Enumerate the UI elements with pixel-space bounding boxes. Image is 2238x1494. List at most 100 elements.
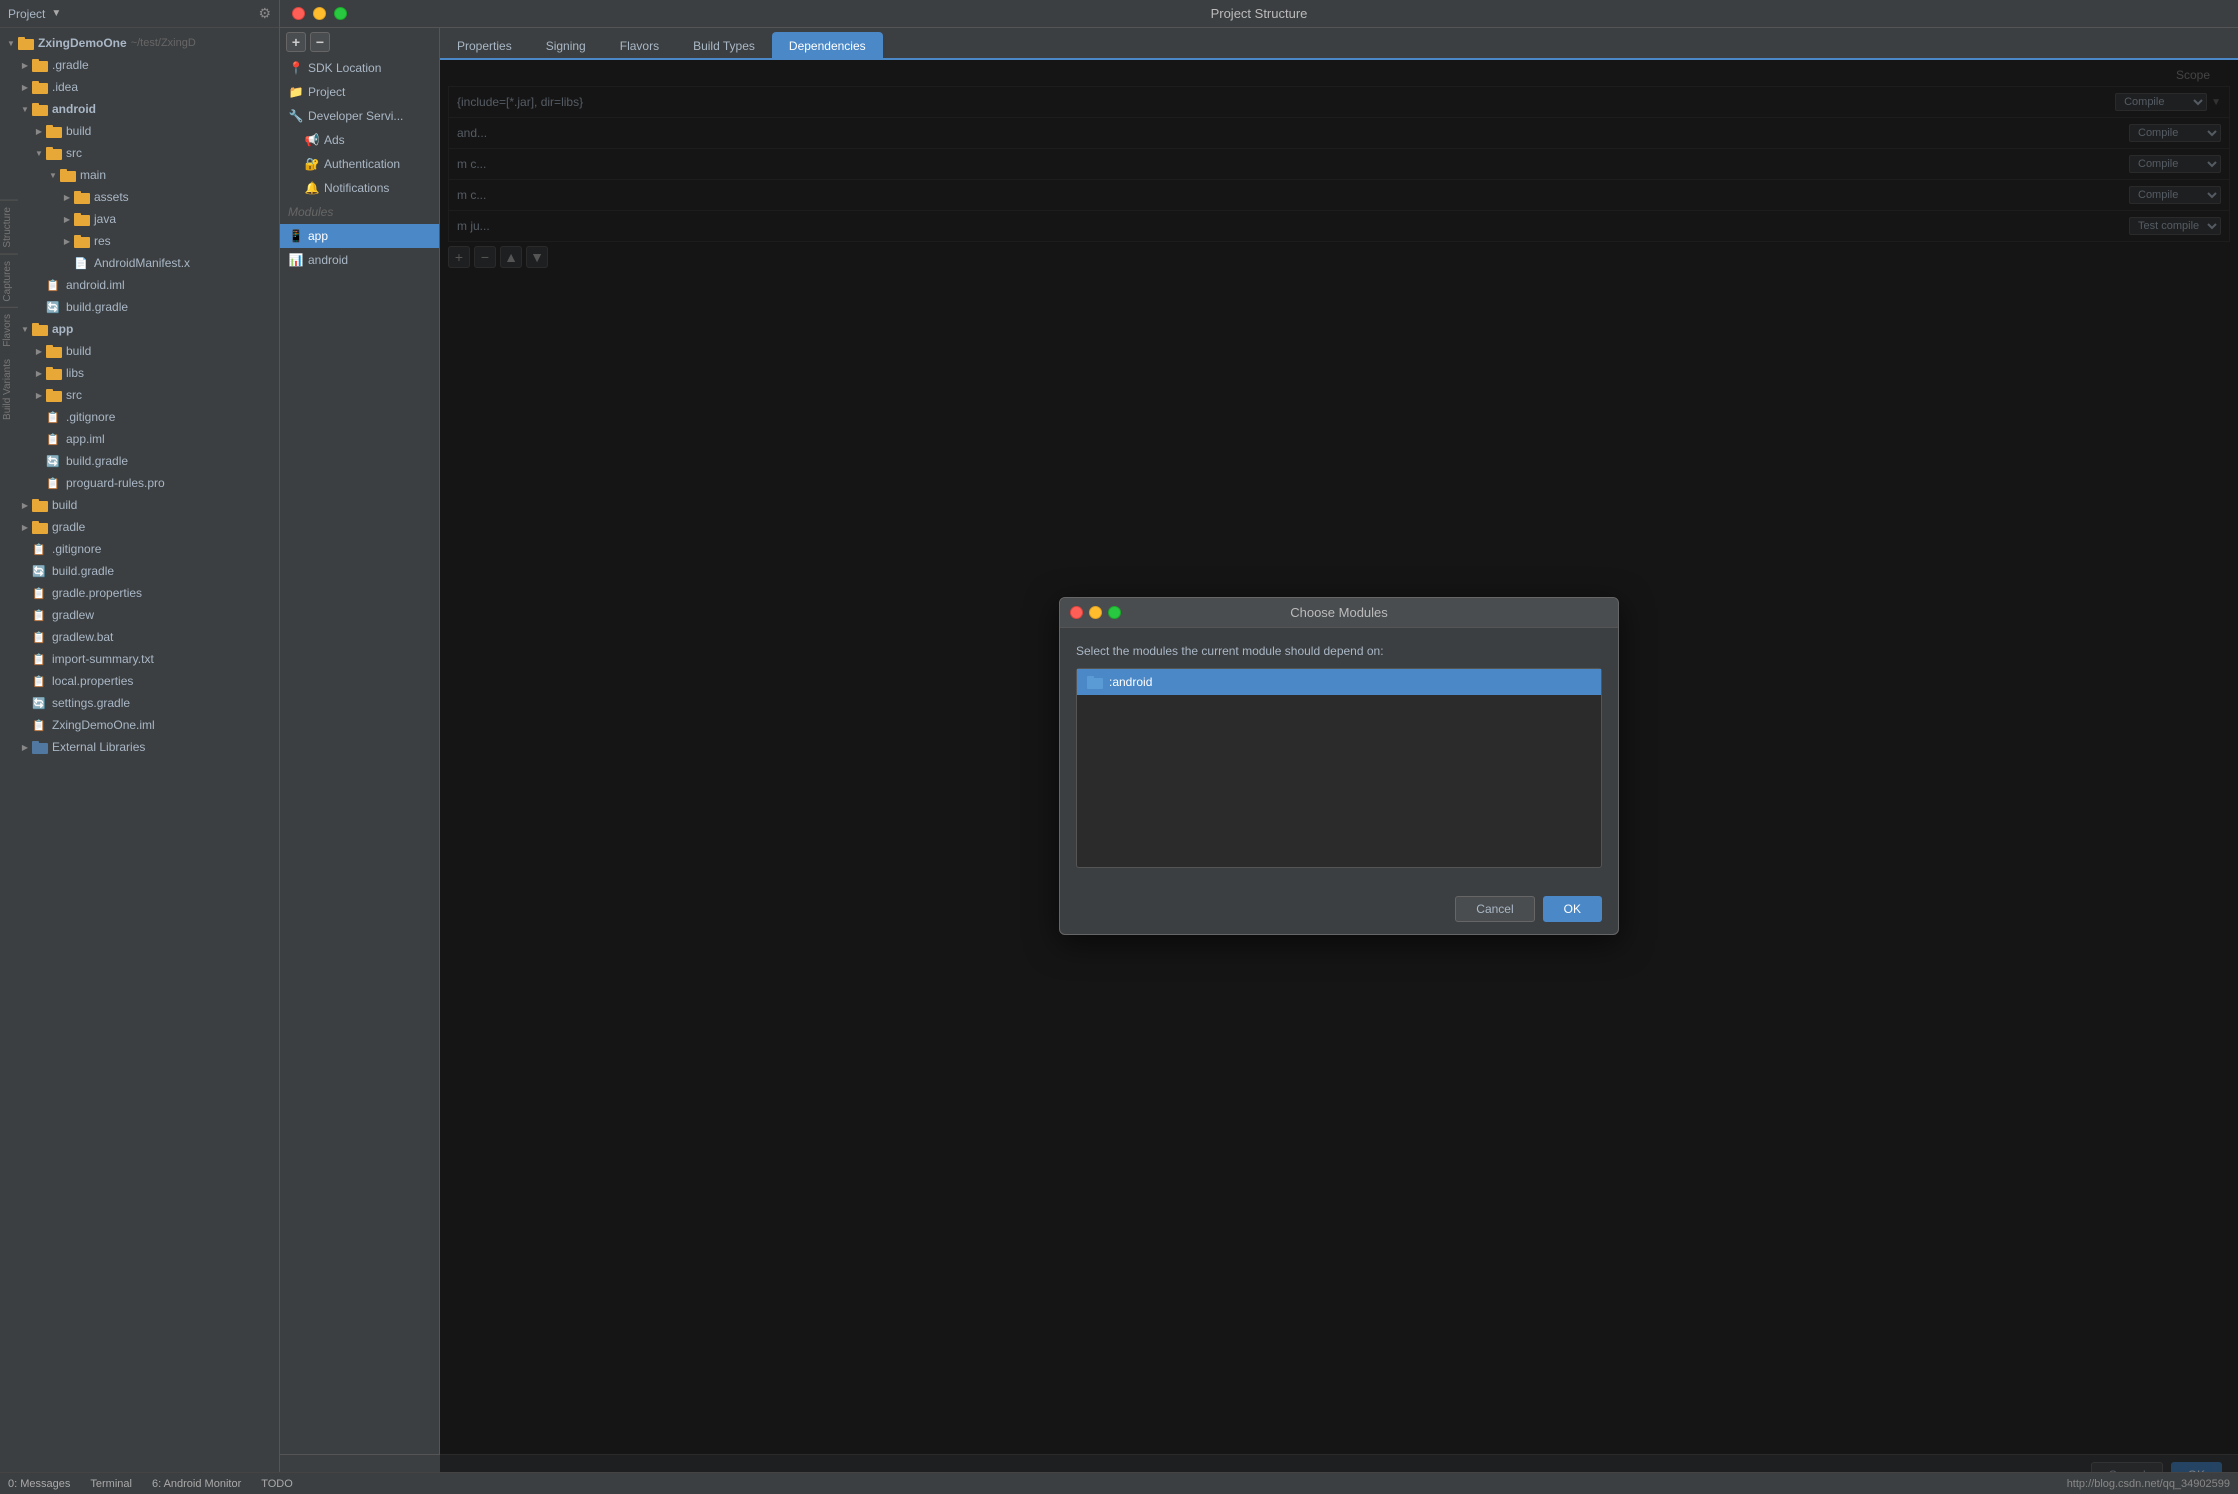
- folder-icon-android: [32, 102, 48, 116]
- tree-item-root-iml[interactable]: ▶ 📋 ZxingDemoOne.iml: [0, 714, 279, 736]
- modal-maximize-button[interactable]: [1108, 606, 1121, 619]
- tree-item-root-buildgradle[interactable]: ▶ 🔄 build.gradle: [0, 560, 279, 582]
- modal-traffic-lights: [1070, 606, 1121, 619]
- tab-signing[interactable]: Signing: [529, 32, 603, 59]
- tree-label: gradle.properties: [52, 586, 142, 600]
- tree-item-android-folder[interactable]: ▼ android: [0, 98, 279, 120]
- tree-item-local-props[interactable]: ▶ 📋 local.properties: [0, 670, 279, 692]
- tree-item-idea[interactable]: ▶ .idea: [0, 76, 279, 98]
- flavors-side-tab[interactable]: Flavors: [0, 307, 18, 353]
- tree-item-app-iml[interactable]: ▶ 📋 app.iml: [0, 428, 279, 450]
- modal-ok-button[interactable]: OK: [1543, 896, 1602, 922]
- tree-item-build-root[interactable]: ▶ build: [0, 494, 279, 516]
- tree-item-app-buildgradle[interactable]: ▶ 🔄 build.gradle: [0, 450, 279, 472]
- tree-item-app-src[interactable]: ▶ src: [0, 384, 279, 406]
- messages-tab[interactable]: 0: Messages: [8, 1478, 70, 1490]
- minimize-button[interactable]: [313, 7, 326, 20]
- close-button[interactable]: [292, 7, 305, 20]
- root-folder-icon: [18, 36, 34, 50]
- tree-item-root-gitignore[interactable]: ▶ 📋 .gitignore: [0, 538, 279, 560]
- module-name: :android: [1109, 675, 1152, 689]
- sidebar-dropdown-icon[interactable]: ▼: [51, 8, 61, 19]
- tree-item-manifest[interactable]: ▶ 📄 AndroidManifest.x: [0, 252, 279, 274]
- tree-item-external-libs[interactable]: ▶ External Libraries: [0, 736, 279, 758]
- panel-item-app[interactable]: 📱 app: [280, 224, 439, 248]
- tree-label: src: [66, 146, 82, 160]
- status-url: http://blog.csdn.net/qq_34902599: [2067, 1478, 2230, 1490]
- sidebar-settings-icon[interactable]: ⚙: [258, 5, 271, 22]
- main-area: + − 📍 SDK Location 📁 Project 🔧 Developer…: [280, 28, 2238, 1472]
- modal-minimize-button[interactable]: [1089, 606, 1102, 619]
- panel-item-label: Modules: [288, 205, 333, 219]
- tab-flavors[interactable]: Flavors: [603, 32, 676, 59]
- tree-label: local.properties: [52, 674, 133, 688]
- folder-icon: [32, 322, 48, 336]
- structure-tab[interactable]: Structure: [0, 200, 18, 254]
- panel-item-devservices[interactable]: 🔧 Developer Servi...: [280, 104, 439, 128]
- tab-properties[interactable]: Properties: [440, 32, 529, 59]
- file-tree: ▼ ZxingDemoOne ~/test/ZxingD ▶ .gradle ▶…: [0, 28, 279, 1494]
- modal-cancel-button[interactable]: Cancel: [1455, 896, 1534, 922]
- todo-tab[interactable]: TODO: [261, 1478, 293, 1490]
- panel-item-android[interactable]: 📊 android: [280, 248, 439, 272]
- folder-icon: [74, 190, 90, 204]
- content-area: Properties Signing Flavors Build Types D…: [440, 28, 2238, 1472]
- tab-dependencies[interactable]: Dependencies: [772, 32, 883, 59]
- ext-libs-icon: [32, 740, 48, 754]
- gradle-file-icon3: 🔄: [32, 565, 48, 578]
- tree-item-app-build[interactable]: ▶ build: [0, 340, 279, 362]
- tree-item-main[interactable]: ▼ main: [0, 164, 279, 186]
- modal-close-button[interactable]: [1070, 606, 1083, 619]
- file-tree-panel: Project ▼ ⚙ ▼ ZxingDemoOne ~/test/ZxingD…: [0, 0, 280, 1494]
- tree-item-android-buildgradle[interactable]: ▶ 🔄 build.gradle: [0, 296, 279, 318]
- build-variants-tab[interactable]: Build Variants: [0, 353, 18, 426]
- add-panel-button[interactable]: +: [286, 32, 306, 52]
- tree-root[interactable]: ▼ ZxingDemoOne ~/test/ZxingD: [0, 32, 279, 54]
- git-file-icon: 📋: [46, 411, 62, 424]
- iml-file-icon: 📋: [46, 279, 62, 292]
- panel-item-project[interactable]: 📁 Project: [280, 80, 439, 104]
- tree-item-app[interactable]: ▼ app: [0, 318, 279, 340]
- tree-label: build.gradle: [66, 300, 128, 314]
- tree-item-proguard[interactable]: ▶ 📋 proguard-rules.pro: [0, 472, 279, 494]
- title-bar: Project Structure: [280, 0, 2238, 28]
- panel-item-ads[interactable]: 📢 Ads: [280, 128, 439, 152]
- tree-item-libs[interactable]: ▶ libs: [0, 362, 279, 384]
- tree-item-import-summary[interactable]: ▶ 📋 import-summary.txt: [0, 648, 279, 670]
- tree-item-src[interactable]: ▼ src: [0, 142, 279, 164]
- zoom-button[interactable]: [334, 7, 347, 20]
- ads-icon: 📢: [304, 133, 320, 147]
- tree-item-gradlew-bat[interactable]: ▶ 📋 gradlew.bat: [0, 626, 279, 648]
- panel-item-label: SDK Location: [308, 61, 381, 75]
- panel-item-notifications[interactable]: 🔔 Notifications: [280, 176, 439, 200]
- tree-item-java[interactable]: ▶ java: [0, 208, 279, 230]
- panel-item-auth[interactable]: 🔐 Authentication: [280, 152, 439, 176]
- tree-item-settings-gradle[interactable]: ▶ 🔄 settings.gradle: [0, 692, 279, 714]
- tree-label: build.gradle: [66, 454, 128, 468]
- modal-description: Select the modules the current module sh…: [1076, 644, 1602, 658]
- tree-item-res[interactable]: ▶ res: [0, 230, 279, 252]
- auth-icon: 🔐: [304, 157, 320, 171]
- tree-item-gitignore[interactable]: ▶ 📋 .gitignore: [0, 406, 279, 428]
- tab-build-types[interactable]: Build Types: [676, 32, 772, 59]
- tree-label: build: [52, 498, 77, 512]
- txt-file-icon: 📋: [32, 653, 48, 666]
- root-path: ~/test/ZxingD: [131, 37, 196, 49]
- tree-item-android-iml[interactable]: ▶ 📋 android.iml: [0, 274, 279, 296]
- tab-bar: Properties Signing Flavors Build Types D…: [440, 28, 2238, 60]
- tree-item-assets[interactable]: ▶ assets: [0, 186, 279, 208]
- tree-item-gradlew[interactable]: ▶ 📋 gradlew: [0, 604, 279, 626]
- tree-item-gradle-hidden[interactable]: ▶ .gradle: [0, 54, 279, 76]
- tree-label: build: [66, 344, 91, 358]
- module-item-android[interactable]: :android: [1077, 669, 1601, 695]
- panel-item-sdk[interactable]: 📍 SDK Location: [280, 56, 439, 80]
- captures-tab[interactable]: Captures: [0, 254, 18, 308]
- remove-panel-button[interactable]: −: [310, 32, 330, 52]
- terminal-tab[interactable]: Terminal: [90, 1478, 132, 1490]
- gradle-file-icon4: 🔄: [32, 697, 48, 710]
- folder-icon: [32, 498, 48, 512]
- tree-item-android-build[interactable]: ▶ build: [0, 120, 279, 142]
- android-monitor-tab[interactable]: 6: Android Monitor: [152, 1478, 241, 1490]
- tree-item-gradle-root[interactable]: ▶ gradle: [0, 516, 279, 538]
- tree-item-gradle-props[interactable]: ▶ 📋 gradle.properties: [0, 582, 279, 604]
